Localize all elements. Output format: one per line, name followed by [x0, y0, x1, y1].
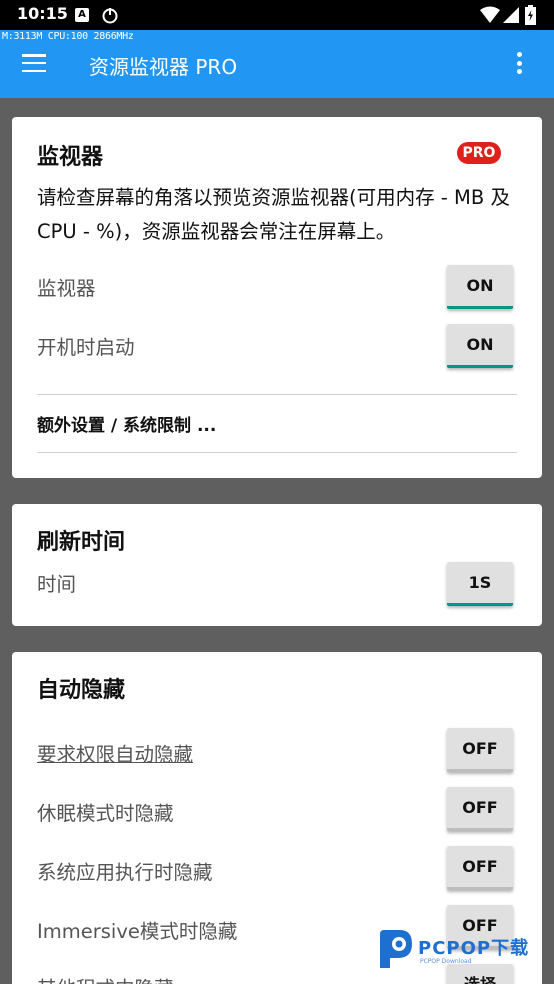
- battery-icon: [525, 5, 536, 25]
- monitor-toggle-button[interactable]: ON: [447, 265, 513, 309]
- permission-autohide-button[interactable]: OFF: [447, 728, 513, 772]
- divider: [37, 452, 517, 453]
- boot-start-toggle-button[interactable]: ON: [447, 324, 513, 368]
- divider: [37, 394, 517, 395]
- other-app-hide-label: 其他程式中隐藏: [37, 972, 174, 984]
- permission-autohide-label[interactable]: 要求权限自动隐藏: [37, 738, 193, 767]
- app-bar: M:3113M CPU:100 2866MHz 资源监视器 PRO: [0, 30, 554, 98]
- monitor-card-title: 监视器: [37, 145, 104, 170]
- pcpop-watermark: PCPOP下载 PCPOP Download: [376, 928, 548, 972]
- refresh-card-title: 刷新时间: [37, 530, 126, 555]
- wifi-icon: [480, 6, 500, 23]
- monitor-card: 监视器 PRO 请检查屏幕的角落以预览资源监视器(可用内存 - MB 及 CPU…: [12, 117, 542, 478]
- hamburger-menu-icon[interactable]: [22, 54, 46, 74]
- more-options-icon[interactable]: [515, 52, 523, 78]
- monitor-description: 请检查屏幕的角落以预览资源监视器(可用内存 - MB 及 CPU - %)，资源…: [37, 186, 510, 243]
- immersive-hide-label: Immersive模式时隐藏: [37, 920, 238, 943]
- pcpop-logo-icon: [380, 930, 412, 968]
- boot-start-label: 开机时启动: [37, 336, 135, 359]
- monitor-toggle-label: 监视器: [37, 277, 96, 300]
- system-app-hide-button[interactable]: OFF: [447, 846, 513, 890]
- autohide-card-title: 自动隐藏: [37, 678, 126, 703]
- system-app-hide-label: 系统应用执行时隐藏: [37, 861, 213, 884]
- sleep-hide-button[interactable]: OFF: [447, 787, 513, 831]
- signal-icon: [503, 7, 519, 23]
- power-icon: [102, 8, 118, 24]
- pro-badge: PRO: [457, 142, 501, 164]
- status-time: 10:15: [17, 4, 68, 23]
- watermark-brand: PCPOP下载: [418, 938, 530, 959]
- watermark-subtitle: PCPOP Download: [420, 958, 472, 965]
- status-bar: 10:15 A: [0, 0, 554, 30]
- refresh-time-button[interactable]: 1S: [447, 562, 513, 606]
- extra-settings-link[interactable]: 额外设置 / 系统限制 ...: [37, 411, 216, 436]
- sleep-hide-label: 休眠模式时隐藏: [37, 802, 174, 825]
- refresh-time-label: 时间: [37, 573, 77, 596]
- refresh-card: 刷新时间 时间 1S: [12, 504, 542, 626]
- monitor-overlay: M:3113M CPU:100 2866MHz: [2, 31, 134, 42]
- app-title: 资源监视器 PRO: [89, 55, 238, 79]
- a-notification-icon: A: [75, 8, 89, 22]
